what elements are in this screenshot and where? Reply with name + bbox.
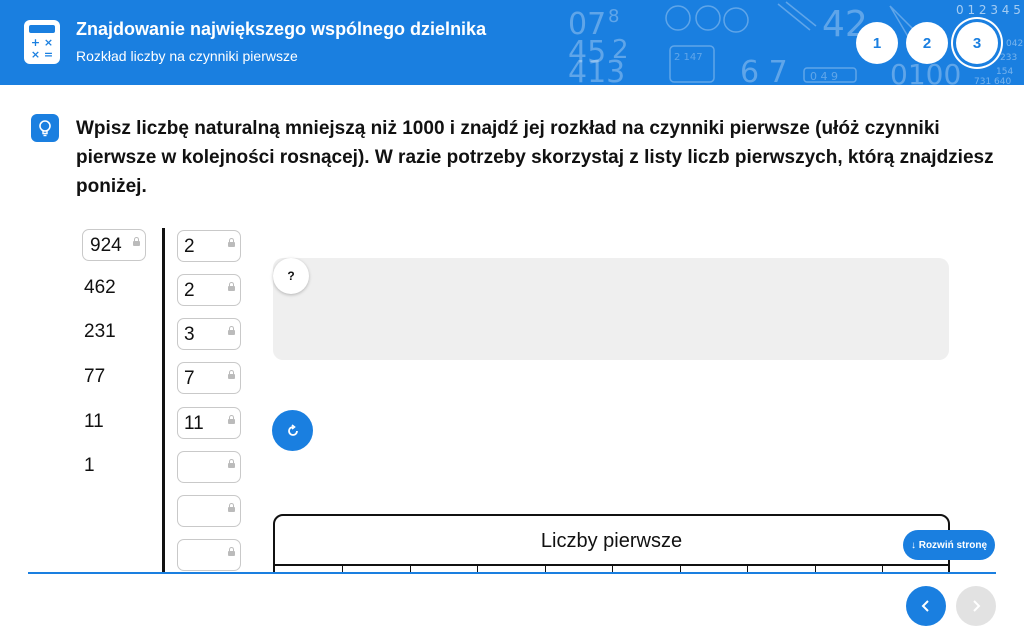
svg-text:0 1 2 3 4 5: 0 1 2 3 4 5 xyxy=(956,3,1021,17)
lock-icon xyxy=(228,282,235,293)
refresh-icon xyxy=(287,423,298,436)
step-indicator: 1 2 3 xyxy=(856,22,998,64)
factor-input-4[interactable]: 7 xyxy=(177,362,241,394)
svg-text:731 640: 731 640 xyxy=(974,77,1011,85)
factor-input-8[interactable] xyxy=(177,539,241,571)
number-input[interactable]: 924 xyxy=(82,229,146,261)
svg-text:413: 413 xyxy=(568,55,625,85)
lock-icon xyxy=(228,326,235,337)
quotient-5: 1 xyxy=(84,455,95,476)
footer-divider xyxy=(28,572,996,574)
factor-value-2: 2 xyxy=(184,280,195,301)
footer xyxy=(0,574,1024,640)
chevron-right-icon xyxy=(973,600,981,612)
feedback-panel xyxy=(273,258,949,360)
header-bar: + × × = Znajdowanie największego wspólne… xyxy=(0,0,1024,85)
page-subtitle: Rozkład liczby na czynniki pierwsze xyxy=(76,48,298,64)
svg-text:154: 154 xyxy=(996,67,1013,77)
calculator-icon: + × × = xyxy=(24,20,60,64)
svg-text:8: 8 xyxy=(608,6,619,27)
page-title: Znajdowanie największego wspólnego dziel… xyxy=(76,19,487,39)
help-badge[interactable]: ? xyxy=(273,258,309,294)
quotient-4: 11 xyxy=(84,411,104,432)
instruction-text: Wpisz liczbę naturalną mniejszą niż 1000… xyxy=(76,118,994,197)
factor-value-4: 7 xyxy=(184,368,195,389)
factor-input-5[interactable]: 11 xyxy=(177,407,241,439)
step-1-button[interactable]: 1 xyxy=(856,22,898,64)
svg-text:233: 233 xyxy=(1000,53,1017,63)
svg-text:0 4 9: 0 4 9 xyxy=(810,70,838,83)
chevron-left-icon xyxy=(921,600,929,612)
factor-value-1: 2 xyxy=(184,236,195,257)
reset-button[interactable] xyxy=(272,410,313,451)
prime-list-title: Liczby pierwsze xyxy=(540,530,683,552)
factor-input-2[interactable]: 2 xyxy=(177,274,241,306)
quotient-3: 77 xyxy=(84,366,106,387)
lightbulb-icon[interactable] xyxy=(31,114,59,142)
step-2-button[interactable]: 2 xyxy=(906,22,948,64)
number-input-value: 924 xyxy=(90,235,122,256)
lock-icon xyxy=(228,503,235,514)
quotient-1: 462 xyxy=(84,277,116,298)
lock-icon xyxy=(228,459,235,470)
factorization-divider xyxy=(162,228,165,573)
next-button[interactable] xyxy=(956,586,996,626)
lock-icon xyxy=(228,415,235,426)
svg-text:6 7: 6 7 xyxy=(740,55,788,85)
svg-text:2 147: 2 147 xyxy=(674,52,703,63)
lock-icon xyxy=(133,237,140,248)
factor-input-6[interactable] xyxy=(177,451,241,483)
previous-button[interactable] xyxy=(906,586,946,626)
svg-text:042: 042 xyxy=(1006,39,1023,49)
lock-icon xyxy=(228,238,235,249)
factor-input-1[interactable]: 2 xyxy=(177,230,241,262)
factor-input-3[interactable]: 3 xyxy=(177,318,241,350)
factor-input-7[interactable] xyxy=(177,495,241,527)
lock-icon xyxy=(228,370,235,381)
factor-value-3: 3 xyxy=(184,324,195,345)
quotient-2: 231 xyxy=(84,321,116,342)
expand-page-button[interactable]: ↓ Rozwiń stronę xyxy=(903,530,995,560)
step-3-button[interactable]: 3 xyxy=(956,22,998,64)
lock-icon xyxy=(228,547,235,558)
factor-value-5: 11 xyxy=(184,413,204,434)
